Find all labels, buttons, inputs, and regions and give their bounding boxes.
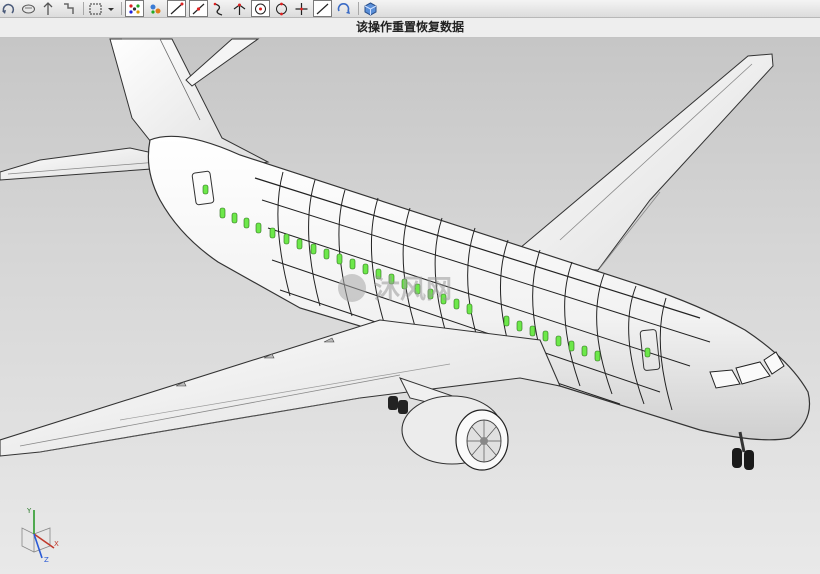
box-select-icon[interactable] <box>87 1 104 16</box>
engine-left <box>401 395 509 471</box>
watermark-text: 沐风网 <box>374 275 452 305</box>
circle-icon[interactable] <box>273 1 290 16</box>
dropdown-arrow-icon[interactable] <box>107 1 115 16</box>
toolbar-separator <box>121 2 122 15</box>
status-message: 该操作重置恢复数据 <box>0 18 820 38</box>
watermark-logo: 沐风网 <box>338 274 452 305</box>
move-icon[interactable] <box>60 1 77 16</box>
cross-icon[interactable] <box>293 1 310 16</box>
triad-x-label: X <box>54 540 59 548</box>
horizontal-stabilizer-left <box>0 147 166 181</box>
diagonal-icon[interactable] <box>313 0 332 17</box>
toolbar-separator <box>83 2 84 15</box>
pan-icon[interactable] <box>40 1 57 16</box>
eraser-icon[interactable] <box>20 1 37 16</box>
cube-icon[interactable] <box>362 1 379 16</box>
rotate-icon[interactable] <box>0 1 17 16</box>
triad-y-label: Y <box>26 507 32 515</box>
graphics-viewport[interactable]: 沐风网 Y X Z <box>0 38 820 574</box>
point-line-icon[interactable] <box>189 0 208 17</box>
vertical-stabilizer-top <box>185 38 260 87</box>
view-triad-icon[interactable]: Y X Z <box>12 504 60 564</box>
multi-snap-icon[interactable] <box>147 1 164 16</box>
rotate-view-icon[interactable] <box>335 1 352 16</box>
circle-center-icon[interactable] <box>251 0 270 17</box>
split-icon[interactable] <box>231 1 248 16</box>
wing-right <box>519 53 774 271</box>
main-toolbar <box>0 0 820 18</box>
snap-point-icon[interactable] <box>125 0 144 17</box>
triad-z-label: Z <box>44 556 49 564</box>
main-landing-gear <box>388 396 408 414</box>
toolbar-separator <box>358 2 359 15</box>
line-icon[interactable] <box>167 0 186 17</box>
airplane-model: 沐风网 <box>0 38 811 471</box>
curve-icon[interactable] <box>211 1 228 16</box>
